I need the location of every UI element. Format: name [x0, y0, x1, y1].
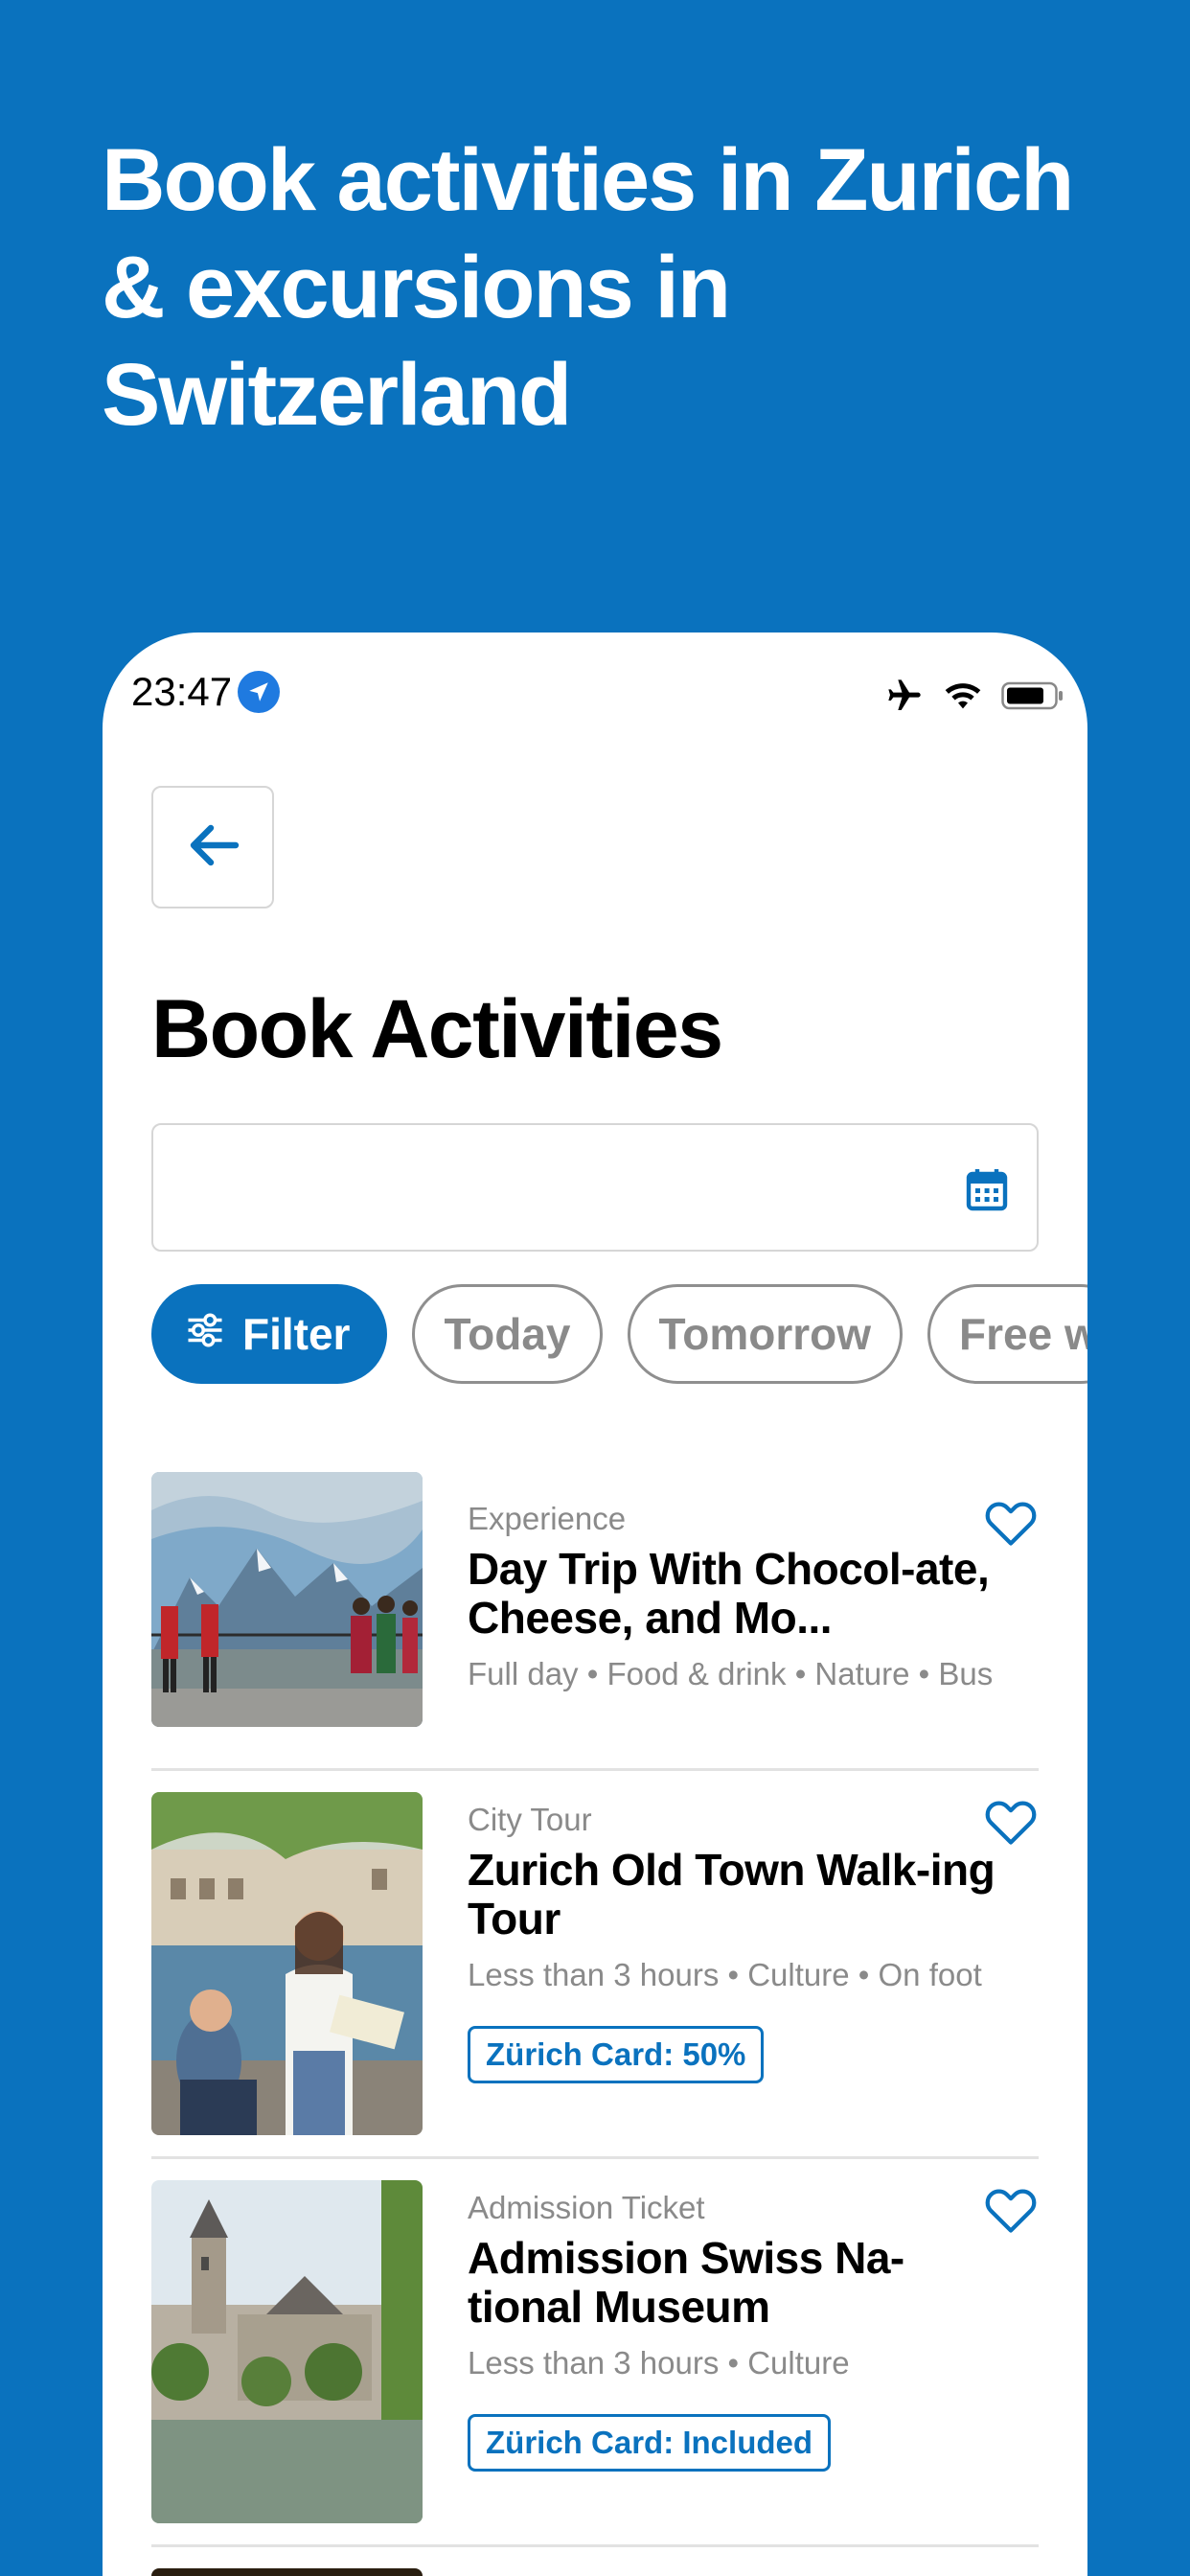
location-arrow-icon [238, 671, 281, 713]
chip-free[interactable]: Free w [927, 1284, 1087, 1384]
activity-category: Experience [468, 1501, 627, 1536]
back-arrow-icon [186, 822, 240, 873]
status-time: 23:47 [131, 669, 233, 714]
activity-image-night [151, 2568, 423, 2576]
activity-image-old-town [151, 1792, 423, 2135]
date-input[interactable] [176, 1154, 924, 1221]
filter-chips: Filter Today Tomorrow Free w [151, 1284, 1087, 1386]
activity-list: Experience Day Trip With Chocol-ate, Che… [151, 1472, 1039, 2576]
activity-image-mountains [151, 1472, 423, 1727]
heart-icon[interactable] [983, 1796, 1039, 1851]
activity-title: Admission Swiss Na-tional Museum [468, 2233, 904, 2332]
date-field[interactable] [151, 1123, 1039, 1252]
activity-info: Experience Day Trip With Chocol-ate, Che… [468, 1501, 1004, 1692]
heart-icon[interactable] [983, 2184, 1039, 2239]
status-time-group: 23:47 [131, 669, 281, 715]
zurich-card-badge: Zürich Card: Included [468, 2414, 832, 2472]
filter-chip-label: Filter [242, 1309, 351, 1359]
chip-tomorrow[interactable]: Tomorrow [627, 1284, 903, 1384]
activity-image-museum [151, 2180, 423, 2523]
activity-meta: Less than 3 hours • Culture [468, 2345, 850, 2380]
activity-item[interactable] [151, 2547, 1039, 2576]
headline: Book activities in Zurich & excursions i… [102, 131, 1074, 444]
status-bar: 23:47 [103, 632, 1087, 757]
page-title: Book Activities [151, 983, 723, 1075]
activity-title: Day Trip With Chocol-ate, Cheese, and Mo… [468, 1544, 990, 1643]
phone-frame: 23:47 Book Activities Filter Today Tomor… [103, 632, 1087, 2576]
zurich-card-badge: Zürich Card: 50% [468, 2026, 765, 2083]
airplane-icon [884, 677, 925, 720]
heart-icon[interactable] [983, 1497, 1039, 1552]
activity-title: Zurich Old Town Walk-ing Tour [468, 1845, 995, 1944]
wifi-icon [944, 680, 982, 716]
battery-icon [1001, 680, 1064, 716]
activity-category: City Tour [468, 1802, 592, 1837]
filter-sliders-icon [185, 1308, 225, 1360]
calendar-icon[interactable] [966, 1167, 1008, 1216]
status-icons [884, 677, 1064, 720]
activity-meta: Less than 3 hours • Culture • On foot [468, 1957, 982, 1992]
activity-item[interactable]: Experience Day Trip With Chocol-ate, Che… [151, 1472, 1039, 1771]
activity-item[interactable]: Admission Ticket Admission Swiss Na-tion… [151, 2159, 1039, 2547]
activity-category: Admission Ticket [468, 2190, 705, 2225]
activity-info: Admission Ticket Admission Swiss Na-tion… [468, 2190, 1004, 2472]
activity-info: City Tour Zurich Old Town Walk-ing Tour … [468, 1802, 1004, 2083]
back-button[interactable] [151, 786, 274, 908]
activity-meta: Full day • Food & drink • Nature • Bus [468, 1656, 994, 1691]
filter-chip[interactable]: Filter [151, 1284, 388, 1384]
activity-item[interactable]: City Tour Zurich Old Town Walk-ing Tour … [151, 1771, 1039, 2159]
chip-today[interactable]: Today [412, 1284, 603, 1384]
